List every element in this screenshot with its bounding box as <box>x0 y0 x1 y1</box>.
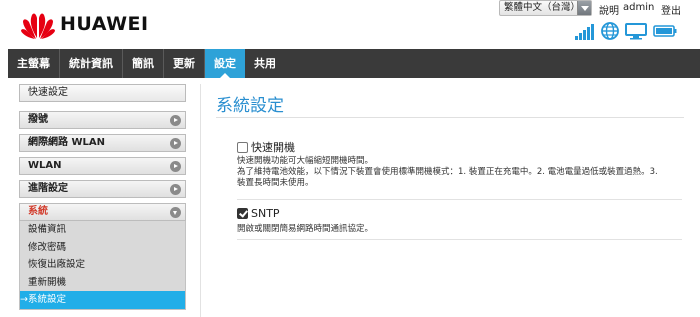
sntp-checkbox[interactable] <box>237 208 248 219</box>
fast-boot-option[interactable]: 快速開機 <box>237 139 295 155</box>
fast-boot-checkbox[interactable] <box>237 141 248 153</box>
submenu-device-info[interactable]: 設備資訊 <box>20 221 185 239</box>
huawei-logo-icon <box>21 13 55 39</box>
sidebar-item-internet-wlan[interactable]: 網際網路 WLAN <box>19 134 186 152</box>
chevron-right-icon <box>170 184 181 195</box>
sidebar-item-label: 網際網路 WLAN <box>28 137 105 148</box>
help-link[interactable]: 說明 <box>599 2 619 17</box>
description-line: 為了維持電池效能，以下情況下裝置會使用標準開機模式：1. 裝置正在充電中。2. … <box>237 167 658 177</box>
sidebar-item-system[interactable]: 系統 <box>19 203 186 221</box>
sidebar-item-dialup[interactable]: 撥號 <box>19 111 186 129</box>
nav-sms[interactable]: 簡訊 <box>123 49 164 78</box>
sidebar: 快速設定 撥號 網際網路 WLAN WLAN 進階設定 系統 設備資訊 修改密碼… <box>19 84 186 310</box>
nav-home[interactable]: 主螢幕 <box>8 49 60 78</box>
chevron-right-icon <box>170 115 181 126</box>
fast-boot-description: 快速開機功能可大幅縮短開機時間。 為了維持電池效能，以下情況下裝置會使用標準開機… <box>237 156 682 189</box>
nav-settings[interactable]: 設定 <box>205 49 245 78</box>
sntp-label: SNTP <box>251 207 280 220</box>
description-line: 快速開機功能可大幅縮短開機時間。 <box>237 156 374 166</box>
system-submenu: 設備資訊 修改密碼 恢復出廠設定 重新開機 →系統設定 <box>19 221 186 310</box>
globe-icon <box>601 22 619 40</box>
sidebar-item-label: 系統 <box>28 206 48 217</box>
header: HUAWEI 繁體中文（台灣） 說明 admin 登出 <box>0 0 700 49</box>
sidebar-item-label: 撥號 <box>28 114 48 125</box>
nav-sharing[interactable]: 共用 <box>245 49 285 78</box>
sidebar-item-advanced[interactable]: 進階設定 <box>19 180 186 198</box>
sidebar-item-wlan[interactable]: WLAN <box>19 157 186 175</box>
chevron-right-icon <box>170 161 181 172</box>
divider <box>200 84 201 317</box>
submenu-system-settings[interactable]: →系統設定 <box>20 291 185 309</box>
monitor-icon <box>625 23 647 40</box>
submenu-factory-reset[interactable]: 恢復出廠設定 <box>20 256 185 274</box>
chevron-down-icon[interactable] <box>577 1 591 15</box>
brand-name: HUAWEI <box>60 13 149 35</box>
divider <box>216 117 684 118</box>
chevron-right-icon <box>170 138 181 149</box>
divider <box>237 239 682 240</box>
fast-boot-label: 快速開機 <box>251 141 295 154</box>
submenu-reboot[interactable]: 重新開機 <box>20 274 185 292</box>
sidebar-item-label: 進階設定 <box>28 183 68 194</box>
submenu-change-password[interactable]: 修改密碼 <box>20 239 185 257</box>
user-name: admin <box>623 2 655 13</box>
sntp-description: 開啟或關閉簡易網路時間通訊協定。 <box>237 224 374 234</box>
chevron-down-icon <box>170 207 181 218</box>
nav-statistics[interactable]: 統計資訊 <box>60 49 123 78</box>
quick-setup-button[interactable]: 快速設定 <box>19 84 186 102</box>
main-nav: 主螢幕 統計資訊 簡訊 更新 設定 共用 <box>8 49 700 78</box>
language-select[interactable]: 繁體中文（台灣） <box>499 0 592 16</box>
sntp-option[interactable]: SNTP <box>237 207 280 220</box>
battery-icon <box>653 25 677 37</box>
page-title: 系統設定 <box>216 96 284 116</box>
description-line: 裝置長時間未使用。 <box>237 178 314 188</box>
sidebar-item-label: WLAN <box>28 160 62 171</box>
signal-icon <box>575 22 597 40</box>
nav-update[interactable]: 更新 <box>164 49 205 78</box>
divider <box>237 199 682 200</box>
logout-link[interactable]: 登出 <box>661 2 681 17</box>
language-value: 繁體中文（台灣） <box>504 2 581 13</box>
